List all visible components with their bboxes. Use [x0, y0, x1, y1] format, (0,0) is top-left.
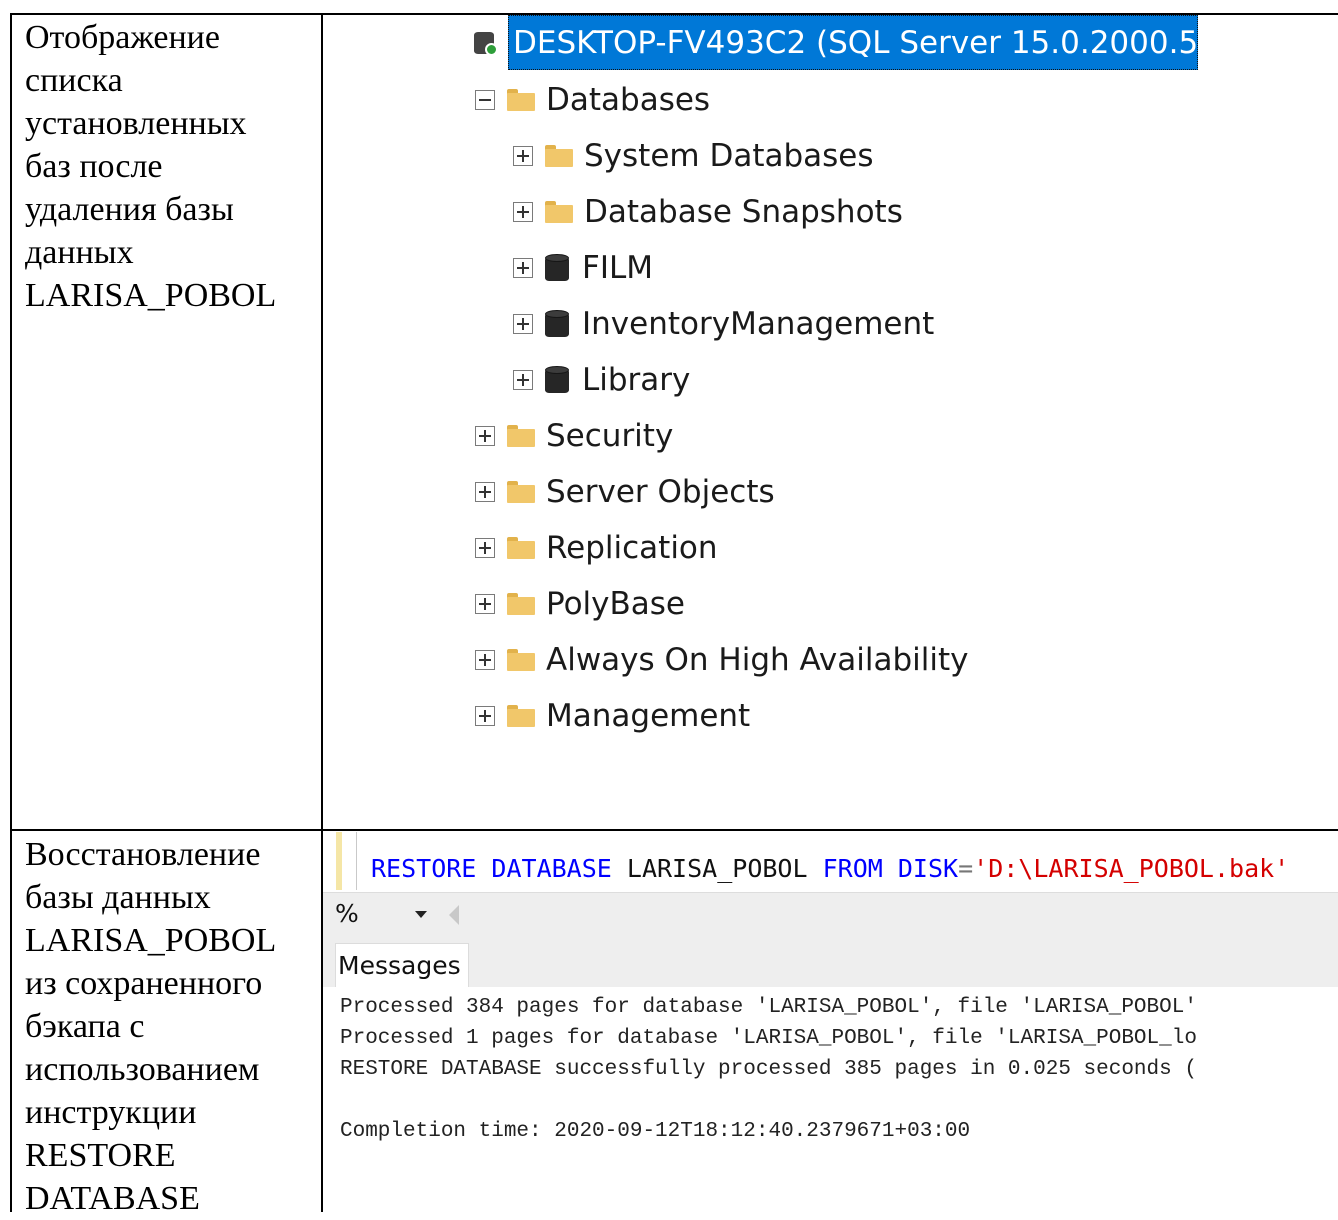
- desc-line: списка: [25, 62, 123, 99]
- server-node-label[interactable]: DESKTOP-FV493C2 (SQL Server 15.0.2000.5: [508, 15, 1198, 70]
- row1-description: Отображение списка установленных баз пос…: [25, 16, 315, 317]
- sql-keyword: DISK: [897, 854, 959, 883]
- folder-icon: [545, 201, 573, 223]
- collapse-icon[interactable]: [475, 90, 495, 110]
- tree-item-label: Always On High Availability: [546, 642, 969, 678]
- sql-editor-line[interactable]: RESTORE DATABASE LARISA_POBOL FROM DISK=…: [371, 854, 1289, 883]
- table-row-divider: [10, 829, 1338, 831]
- database-icon: [545, 366, 569, 394]
- desc-line: данных: [25, 234, 134, 271]
- editor-gutter: [356, 832, 357, 890]
- desc-line: Отображение: [25, 19, 220, 56]
- desc-line: инструкции: [25, 1094, 197, 1131]
- tree-item-label: FILM: [582, 250, 653, 286]
- message-line: [340, 1085, 1197, 1116]
- desc-line: RESTORE: [25, 1137, 176, 1174]
- folder-icon: [545, 145, 573, 167]
- folder-icon: [507, 649, 535, 671]
- row2-description: Восстановление базы данных LARISA_POBOL …: [25, 833, 315, 1220]
- folder-icon: [507, 425, 535, 447]
- message-line: Processed 1 pages for database 'LARISA_P…: [340, 1027, 1197, 1050]
- desc-line: LARISA_POBOL: [25, 277, 277, 314]
- expand-icon[interactable]: [513, 314, 533, 334]
- expand-icon[interactable]: [513, 202, 533, 222]
- tab-messages[interactable]: Messages: [335, 943, 469, 987]
- tree-item-inventorymanagement[interactable]: InventoryManagement: [513, 302, 934, 346]
- folder-icon: [507, 89, 535, 111]
- folder-icon: [507, 593, 535, 615]
- database-icon: [545, 310, 569, 338]
- sql-identifier: LARISA_POBOL: [626, 854, 808, 883]
- expand-icon[interactable]: [513, 258, 533, 278]
- tree-item-label: Server Objects: [546, 474, 775, 510]
- expand-icon[interactable]: [475, 706, 495, 726]
- sql-string: 'D:\LARISA_POBOL.bak': [973, 854, 1290, 883]
- tree-item-database-snapshots[interactable]: Database Snapshots: [513, 190, 903, 234]
- scroll-left-icon[interactable]: [449, 905, 459, 925]
- messages-output: Processed 384 pages for database 'LARISA…: [340, 992, 1197, 1147]
- desc-line: удаления базы: [25, 191, 234, 228]
- tree-item-replication[interactable]: Replication: [475, 526, 718, 570]
- message-line: Processed 384 pages for database 'LARISA…: [340, 996, 1197, 1019]
- folder-icon: [507, 481, 535, 503]
- query-editor-panel: RESTORE DATABASE LARISA_POBOL FROM DISK=…: [323, 832, 1338, 1212]
- tree-item-label: InventoryManagement: [582, 306, 935, 342]
- zoom-bar: %: [323, 892, 1338, 936]
- tree-item-film[interactable]: FILM: [513, 246, 653, 290]
- desc-line: установленных: [25, 105, 247, 142]
- sql-operator: =: [958, 854, 974, 883]
- server-node[interactable]: DESKTOP-FV493C2 (SQL Server 15.0.2000.5: [472, 15, 1198, 70]
- tree-item-databases[interactable]: Databases: [475, 78, 710, 122]
- zoom-level[interactable]: %: [335, 899, 359, 928]
- tree-item-library[interactable]: Library: [513, 358, 690, 402]
- tree-item-polybase[interactable]: PolyBase: [475, 582, 685, 626]
- desc-line: бэкапа с: [25, 1008, 145, 1045]
- desc-line: DATABASE: [25, 1180, 200, 1217]
- tree-item-label: Security: [546, 418, 674, 454]
- sql-keyword: FROM: [822, 854, 883, 883]
- desc-line: использованием: [25, 1051, 260, 1088]
- table-border-left: [10, 13, 12, 1212]
- database-icon: [545, 254, 569, 282]
- desc-line: баз после: [25, 148, 163, 185]
- expand-icon[interactable]: [513, 370, 533, 390]
- desc-line: базы данных: [25, 879, 211, 916]
- tree-item-label: Library: [582, 362, 691, 398]
- tree-item-label: System Databases: [584, 138, 874, 174]
- chevron-down-icon[interactable]: [415, 911, 427, 918]
- desc-line: Восстановление: [25, 836, 261, 873]
- expand-icon[interactable]: [475, 482, 495, 502]
- tree-item-label: Replication: [546, 530, 718, 566]
- desc-line: LARISA_POBOL: [25, 922, 277, 959]
- desc-line: из сохраненного: [25, 965, 263, 1002]
- results-tabstrip: Messages: [323, 935, 1338, 987]
- tree-item-label: Databases: [546, 82, 711, 118]
- tree-item-security[interactable]: Security: [475, 414, 673, 458]
- tree-item-system-databases[interactable]: System Databases: [513, 134, 874, 178]
- folder-icon: [507, 537, 535, 559]
- tree-item-server-objects[interactable]: Server Objects: [475, 470, 775, 514]
- expand-icon[interactable]: [475, 538, 495, 558]
- tree-item-management[interactable]: Management: [475, 694, 750, 738]
- server-connected-icon: [472, 28, 500, 58]
- expand-icon[interactable]: [513, 146, 533, 166]
- tree-item-label: PolyBase: [546, 586, 686, 622]
- expand-icon[interactable]: [475, 594, 495, 614]
- folder-icon: [507, 705, 535, 727]
- message-line: Completion time: 2020-09-12T18:12:40.237…: [340, 1120, 971, 1143]
- sql-keyword: RESTORE: [371, 854, 477, 883]
- tree-item-label: Management: [546, 698, 751, 734]
- tree-item-always-on[interactable]: Always On High Availability: [475, 638, 969, 682]
- changed-line-marker: [336, 832, 342, 890]
- tree-item-label: Database Snapshots: [584, 194, 903, 230]
- expand-icon[interactable]: [475, 426, 495, 446]
- expand-icon[interactable]: [475, 650, 495, 670]
- message-line: RESTORE DATABASE successfully processed …: [340, 1058, 1197, 1081]
- sql-keyword: DATABASE: [491, 854, 612, 883]
